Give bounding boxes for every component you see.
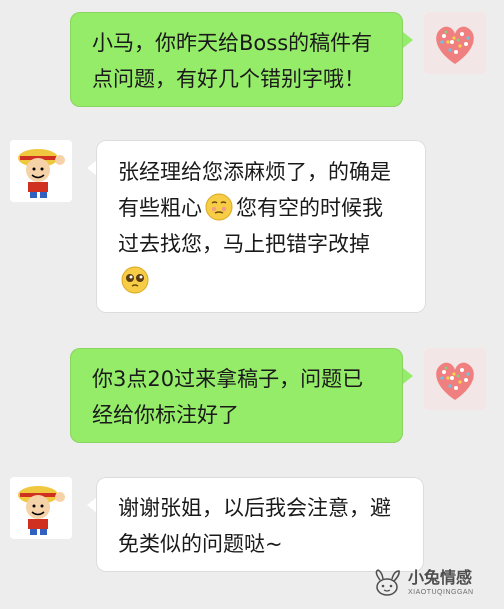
message-text: 谢谢张姐，以后我会注意，避免类似的问题哒~ (118, 496, 391, 556)
message-text: 你3点20过来拿稿子，问题已经给你标注好了 (92, 367, 364, 427)
message-bubble-received[interactable]: 谢谢张姐，以后我会注意，避免类似的问题哒~ (96, 477, 424, 572)
message-bubble-received[interactable]: 张经理给您添麻烦了，的确是 有些粗心 您有空的时候我 过去找您，马上把错字改掉 (96, 140, 426, 313)
message-line (118, 262, 406, 298)
message-bubble-sent[interactable]: 你3点20过来拿稿子，问题已经给你标注好了 (70, 348, 403, 443)
rabbit-logo-icon (375, 569, 400, 596)
user-avatar[interactable] (424, 12, 486, 74)
message-text: 您有空的时候我 (236, 196, 383, 220)
embarrassed-emoji-icon (204, 192, 234, 222)
contact-avatar[interactable] (10, 140, 72, 202)
user-avatar[interactable] (424, 348, 486, 410)
message-line: 过去找您，马上把错字改掉 (118, 232, 370, 256)
watermark-title: 小兔情感 (408, 568, 473, 587)
watermark: 小兔情感 XIAOTUQINGGAN (370, 565, 490, 601)
bubble-tail (403, 32, 413, 48)
message-bubble-sent[interactable]: 小马，你昨天给Boss的稿件有点问题，有好几个错别字哦！ (70, 12, 403, 107)
pleading-emoji-icon (120, 264, 150, 294)
message-text: 有些粗心 (118, 196, 202, 220)
message-text: 小马，你昨天给Boss的稿件有点问题，有好几个错别字哦！ (92, 31, 373, 91)
message-line: 张经理给您添麻烦了，的确是 (118, 160, 391, 184)
contact-avatar[interactable] (10, 477, 72, 539)
bubble-tail (403, 368, 413, 384)
message-line: 有些粗心 您有空的时候我 (118, 190, 406, 226)
watermark-subtitle: XIAOTUQINGGAN (408, 589, 474, 596)
